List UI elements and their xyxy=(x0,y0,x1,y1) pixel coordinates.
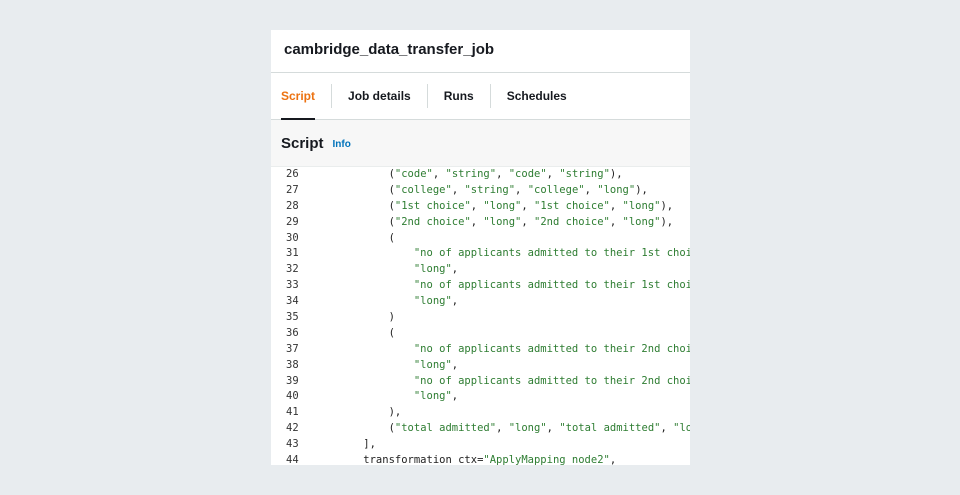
code-line: 34 "long", xyxy=(271,294,690,310)
code-line: 39 "no of applicants admitted to their 2… xyxy=(271,374,690,390)
info-link[interactable]: Info xyxy=(333,139,351,150)
code-line: 33 "no of applicants admitted to their 1… xyxy=(271,278,690,294)
code-line: 38 "long", xyxy=(271,358,690,374)
line-number: 34 xyxy=(286,295,299,308)
line-number: 39 xyxy=(286,374,299,387)
code-text: "long", xyxy=(413,295,459,308)
code-text: "long", xyxy=(413,358,459,371)
code-line: 29 ("2nd choice", "long", "2nd choice", … xyxy=(271,215,690,231)
code-text: "no of applicants admitted to their 2nd … xyxy=(413,374,690,387)
script-heading: Script xyxy=(281,134,324,152)
code-line: 35 ) xyxy=(271,310,690,326)
code-text: ("2nd choice", "long", "2nd choice", "lo… xyxy=(338,215,674,228)
code-line: 27 ("college", "string", "college", "lon… xyxy=(271,183,690,199)
code-line: 26 ("code", "string", "code", "string"), xyxy=(271,167,690,183)
code-text: ("1st choice", "long", "1st choice", "lo… xyxy=(338,199,674,212)
code-line: 31 "no of applicants admitted to their 1… xyxy=(271,246,690,262)
code-text: "long", xyxy=(413,390,459,403)
code-text: ("college", "string", "college", "long")… xyxy=(338,183,648,196)
line-number: 26 xyxy=(286,168,299,180)
code-text: "no of applicants admitted to their 2nd … xyxy=(413,342,690,355)
code-line: 42 ("total admitted", "long", "total adm… xyxy=(271,421,690,437)
line-number: 37 xyxy=(286,342,299,355)
code-text: "long", xyxy=(413,263,459,276)
line-number: 41 xyxy=(286,406,299,419)
line-number: 31 xyxy=(286,247,299,260)
line-number: 28 xyxy=(286,199,299,212)
code-line: 40 "long", xyxy=(271,389,690,405)
line-number: 44 xyxy=(286,454,299,465)
code-text: ), xyxy=(338,406,402,419)
code-line: 30 ( xyxy=(271,231,690,247)
code-line: 41 ), xyxy=(271,405,690,421)
line-number: 35 xyxy=(286,311,299,324)
line-number: 30 xyxy=(286,231,299,244)
code-text: ("code", "string", "code", "string"), xyxy=(338,168,623,180)
tab-divider xyxy=(426,84,428,108)
code-text: ("total admitted", "long", "total admitt… xyxy=(338,422,690,435)
code-text: "no of applicants admitted to their 1st … xyxy=(413,279,690,292)
code-line: 44 transformation ctx="ApplyMapping node… xyxy=(271,453,690,465)
code-editor[interactable]: 26 ("code", "string", "code", "string"),… xyxy=(271,167,690,465)
tab-divider xyxy=(331,84,333,108)
line-number: 32 xyxy=(286,263,299,276)
code-line: 28 ("1st choice", "long", "1st choice", … xyxy=(271,199,690,215)
code-line: 43 ], xyxy=(271,437,690,453)
script-section-header: Script Info xyxy=(271,120,690,167)
line-number: 38 xyxy=(286,358,299,371)
code-line: 37 "no of applicants admitted to their 2… xyxy=(271,342,690,358)
code-text: ( xyxy=(338,326,395,339)
code-line: 36 ( xyxy=(271,326,690,342)
line-number: 43 xyxy=(286,438,299,451)
tab-job-details[interactable]: Job details xyxy=(348,73,411,119)
tab-script[interactable]: Script xyxy=(281,73,316,120)
line-number: 40 xyxy=(286,390,299,403)
line-number: 33 xyxy=(286,279,299,292)
code-line: 32 "long", xyxy=(271,262,690,278)
tab-runs[interactable]: Runs xyxy=(444,73,474,119)
tab-schedules[interactable]: Schedules xyxy=(507,73,567,119)
code-text: ) xyxy=(338,311,395,324)
line-number: 29 xyxy=(286,215,299,228)
job-title: cambridge_data_transfer_job xyxy=(271,30,690,73)
code-text: "no of applicants admitted to their 1st … xyxy=(413,247,690,260)
job-panel: cambridge_data_transfer_job Script Job d… xyxy=(271,30,690,465)
code-text: transformation ctx="ApplyMapping node2", xyxy=(338,454,617,465)
code-text: ], xyxy=(338,438,376,451)
tab-divider xyxy=(489,84,491,108)
tab-bar: Script Job details Runs Schedules xyxy=(271,73,690,120)
line-number: 42 xyxy=(286,422,299,435)
code-text: ( xyxy=(338,231,395,244)
line-number: 36 xyxy=(286,326,299,339)
line-number: 27 xyxy=(286,183,299,196)
